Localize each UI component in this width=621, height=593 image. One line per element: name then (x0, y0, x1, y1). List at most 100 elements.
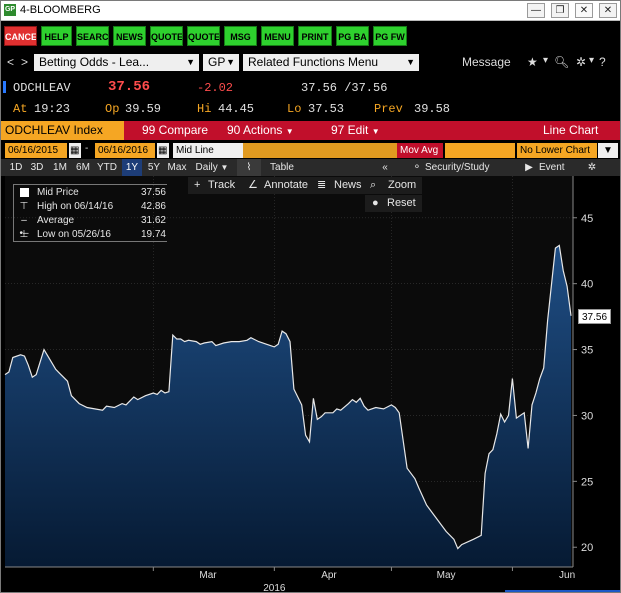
lower-chart-selector[interactable]: No Lower Chart (517, 143, 597, 158)
news-icon[interactable]: ≣ (317, 177, 326, 194)
chevron-down-icon: ▼ (186, 57, 195, 67)
track-button[interactable]: Track (208, 177, 235, 194)
start-date-input[interactable]: 06/16/2015 (5, 143, 67, 158)
field-selector[interactable]: Mid Line (173, 143, 243, 158)
related-functions-label: Related Functions Menu (248, 55, 379, 69)
news-button[interactable]: News (334, 177, 362, 194)
event-button[interactable]: Event (539, 159, 569, 176)
chart-settings-icon[interactable]: ✲ (584, 159, 600, 176)
field-selector-bar (243, 143, 399, 158)
table-button[interactable]: Table (267, 159, 297, 176)
minimize-icon[interactable]: — (527, 3, 545, 18)
message-link[interactable]: Message (462, 55, 511, 69)
function-selector[interactable]: GP ▼ (203, 54, 239, 71)
restore-icon[interactable]: ❐ (551, 3, 569, 18)
function-selector-label: GP (208, 55, 226, 69)
security-study-button[interactable]: Security/Study (425, 159, 509, 176)
page-forward-key[interactable]: PG FW (373, 26, 407, 46)
dropdown-arrow-icon[interactable]: ▾ (543, 55, 548, 66)
quote-time: 19:23 (34, 102, 71, 116)
print-key[interactable]: PRINT (298, 26, 332, 46)
mov-avg-label[interactable]: Mov Avg (397, 143, 443, 158)
chart-legend[interactable]: Mid Price 37.56 ⊤ High on 06/14/16 42.86… (13, 184, 167, 242)
help-icon[interactable]: ? (599, 55, 606, 69)
index-label[interactable]: ODCHLEAV Index (1, 121, 124, 140)
y-tick-label: 45 (581, 213, 593, 225)
bloomberg-window: GP 4-BLOOMBERG — ❐ ✕ ✕ CANCE HELP SEARC … (0, 0, 621, 593)
favorite-star-icon[interactable]: ★ (527, 55, 538, 69)
chart-type-label: Line Chart (543, 123, 599, 137)
reset-label: Reset (387, 197, 416, 209)
period-1d[interactable]: 1D (7, 159, 25, 176)
period-max[interactable]: Max (165, 159, 189, 176)
actions-button[interactable]: 90 Actions ▼ (227, 121, 315, 140)
back-icon[interactable]: < (7, 55, 14, 69)
track-icon[interactable]: + (194, 177, 200, 194)
quote-open: 39.59 (125, 102, 162, 116)
forward-icon[interactable]: > (21, 55, 28, 69)
msg-key[interactable]: MSG (224, 26, 257, 46)
menu-key[interactable]: MENU (261, 26, 294, 46)
settings-icon[interactable]: ✲ (576, 55, 586, 69)
y-tick-label: 25 (581, 476, 593, 488)
period-5y[interactable]: 5Y (145, 159, 163, 176)
search-key[interactable]: SEARC (76, 26, 109, 46)
quote-at-label: At (13, 102, 28, 116)
quote2-key[interactable]: QUOTE (187, 26, 220, 46)
quote-high: 44.45 (218, 102, 255, 116)
end-date-input[interactable]: 06/16/2016 (95, 143, 155, 158)
line-chart-icon[interactable]: ⌇ (237, 159, 261, 176)
quote-high-label: Hi (197, 102, 212, 116)
compare-button[interactable]: 99 Compare (142, 121, 208, 140)
date-separator: - (85, 143, 89, 154)
quote-prev-label: Prev (374, 102, 403, 116)
period-ytd[interactable]: YTD (95, 159, 119, 176)
period-1m[interactable]: 1M (50, 159, 70, 176)
reset-button[interactable]: ● Reset (365, 195, 422, 212)
chevron-down-icon: ▼ (220, 163, 229, 172)
quote-marker (3, 81, 6, 93)
zoom-tool-icon[interactable]: ⌕ (370, 177, 376, 194)
period-3d[interactable]: 3D (28, 159, 46, 176)
mov-avg-input[interactable] (445, 143, 515, 158)
zoom-button[interactable]: Zoom (388, 177, 416, 194)
low-marker-icon: ⊥ (19, 229, 29, 240)
period-6m[interactable]: 6M (73, 159, 93, 176)
collapse-icon[interactable]: « (375, 159, 395, 176)
legend-label: Mid Price (37, 187, 79, 198)
frequency-selector[interactable]: Daily ▼ (191, 159, 233, 176)
y-tick-label: 30 (581, 410, 593, 422)
quote-open-label: Op (105, 102, 120, 116)
annotate-icon[interactable]: ∠ (248, 177, 258, 194)
calendar-start-icon[interactable]: ▦ (69, 143, 81, 158)
legend-label: Low on 05/26/16 (37, 229, 111, 240)
window-close-icon[interactable]: ✕ (599, 3, 617, 18)
event-icon[interactable]: ▶ (521, 159, 537, 176)
quote-low-label: Lo (287, 102, 302, 116)
annotate-button[interactable]: Annotate (264, 177, 308, 194)
quote-change: -2.02 (197, 81, 234, 95)
chevron-down-icon[interactable]: ▼ (598, 143, 618, 158)
related-functions-menu[interactable]: Related Functions Menu ▼ (243, 54, 419, 71)
help-key[interactable]: HELP (41, 26, 72, 46)
close-icon[interactable]: ✕ (575, 3, 593, 18)
settings-dropdown-icon[interactable]: ▾ (589, 55, 594, 66)
quote-low: 37.53 (308, 102, 345, 116)
reset-icon: ● (372, 197, 379, 209)
news-key[interactable]: NEWS (113, 26, 146, 46)
page-back-key[interactable]: PG BA (336, 26, 369, 46)
x-tick-label: Mar (199, 570, 217, 581)
quote-key[interactable]: QUOTE (150, 26, 183, 46)
chevron-down-icon: ▼ (406, 57, 415, 67)
edit-button[interactable]: 97 Edit ▼ (331, 121, 386, 140)
cancel-key[interactable]: CANCE (4, 26, 37, 46)
security-selector[interactable]: Betting Odds - Lea... ▼ (34, 54, 199, 71)
security-study-icon[interactable]: ⚬ (409, 159, 425, 176)
chevron-down-icon: ▼ (285, 127, 294, 136)
zoom-icon[interactable]: 🔍︎ (554, 55, 569, 69)
period-1y[interactable]: 1Y (122, 159, 142, 176)
legend-label: High on 06/14/16 (37, 201, 114, 212)
security-selector-label: Betting Odds - Lea... (39, 55, 150, 69)
calendar-end-icon[interactable]: ▦ (157, 143, 169, 158)
y-tick-label: 40 (581, 279, 593, 291)
